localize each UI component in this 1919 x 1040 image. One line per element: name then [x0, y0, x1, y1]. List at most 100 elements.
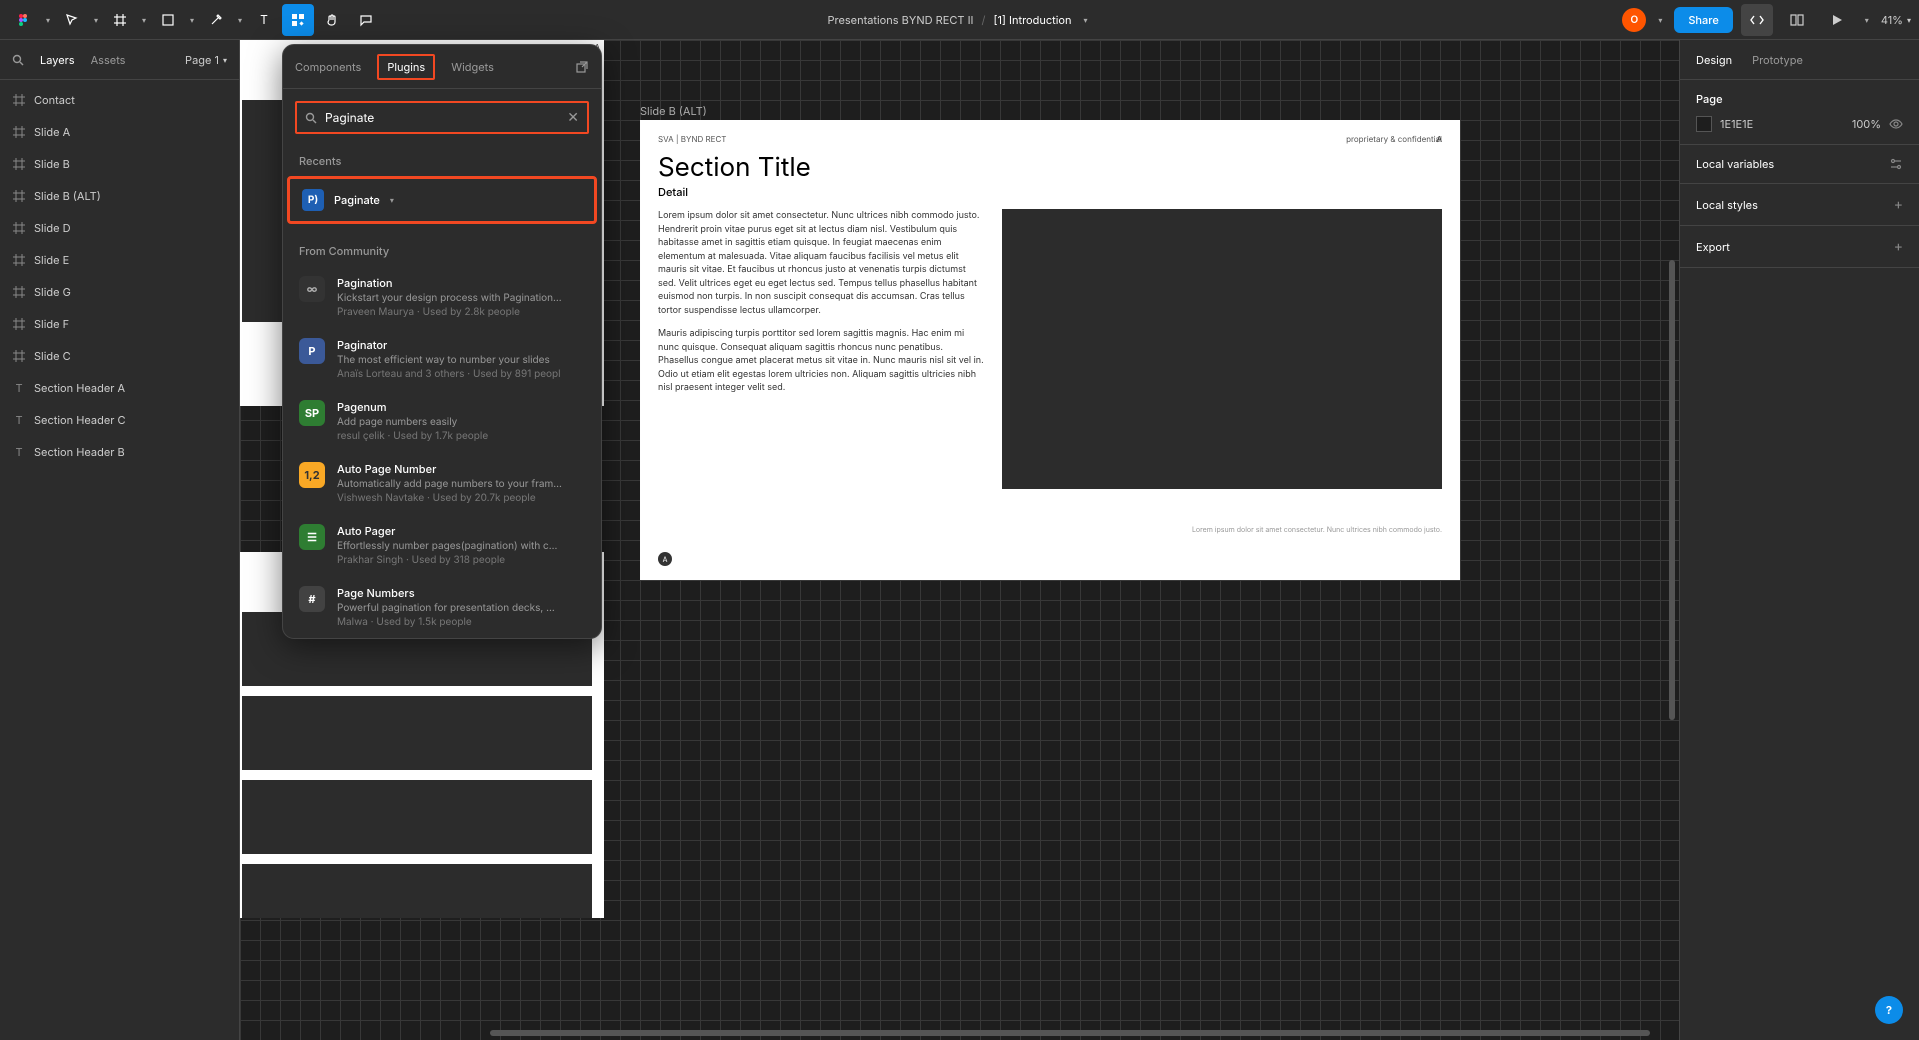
plugin-title: Paginator	[337, 338, 585, 352]
frame-tool-button[interactable]	[104, 4, 136, 36]
plugin-meta: Vishwesh Navtake · Used by 20.7k people	[337, 492, 585, 504]
resources-tool-button[interactable]	[282, 4, 314, 36]
layer-item[interactable]: Slide F	[0, 308, 239, 340]
share-button[interactable]: Share	[1674, 7, 1732, 33]
slide-fine-print: Lorem ipsum dolor sit amet consectetur. …	[1192, 525, 1442, 534]
layer-name: Section Header B	[34, 445, 125, 459]
comment-tool-button[interactable]	[350, 4, 382, 36]
recent-plugin-name: Paginate	[334, 193, 380, 207]
community-header: From Community	[283, 236, 601, 266]
community-plugin-item[interactable]: 1,2Auto Page NumberAutomatically add pag…	[283, 452, 601, 514]
tab-design[interactable]: Design	[1696, 53, 1732, 67]
plugin-title: Pagination	[337, 276, 585, 290]
clear-icon[interactable]: ✕	[567, 109, 579, 126]
layer-item[interactable]: Slide B (ALT)	[0, 180, 239, 212]
frame-label[interactable]: Slide B (ALT)	[640, 104, 707, 118]
plugin-title: Page Numbers	[337, 586, 585, 600]
layer-item[interactable]: T Section Header B	[0, 436, 239, 468]
plugin-icon: ☰	[299, 524, 325, 550]
layer-item[interactable]: TSection Header C	[0, 404, 239, 436]
slide-subtitle: Detail	[640, 183, 1460, 209]
layer-item[interactable]: Slide E	[0, 244, 239, 276]
layer-item[interactable]: Slide B	[0, 148, 239, 180]
chevron-down-icon[interactable]: ▾	[390, 195, 394, 205]
layer-item[interactable]: Slide A	[0, 116, 239, 148]
breadcrumb-project[interactable]: Presentations BYND RECT II	[827, 13, 973, 27]
recent-plugin-item[interactable]: P) Paginate ▾	[287, 176, 597, 224]
chevron-down-icon[interactable]: ▾	[186, 15, 198, 25]
present-button[interactable]	[1821, 4, 1853, 36]
search-icon[interactable]	[12, 54, 24, 66]
plugin-meta: Malwa · Used by 1.5k people	[337, 616, 585, 628]
hand-tool-button[interactable]	[316, 4, 348, 36]
eye-icon[interactable]	[1889, 117, 1903, 131]
horizontal-scrollbar[interactable]	[490, 1030, 1650, 1036]
plugin-icon: 1,2	[299, 462, 325, 488]
layer-name: Slide C	[34, 349, 71, 363]
svg-text:T: T	[15, 446, 22, 458]
figma-menu-button[interactable]	[8, 4, 40, 36]
plugin-search-input[interactable]: ✕	[295, 101, 589, 134]
plus-icon[interactable]: +	[1894, 196, 1903, 213]
plugin-description: Add page numbers easily	[337, 416, 585, 428]
tab-components[interactable]: Components	[295, 56, 361, 78]
plugin-icon: #	[299, 586, 325, 612]
tab-layers[interactable]: Layers	[40, 53, 75, 67]
chevron-down-icon[interactable]: ▾	[234, 15, 246, 25]
shape-tool-button[interactable]	[152, 4, 184, 36]
plugin-meta: Prakhar Singh · Used by 318 people	[337, 554, 585, 566]
plugin-title: Pagenum	[337, 400, 585, 414]
frame-icon	[12, 317, 26, 331]
slide-body-text: Lorem ipsum dolor sit amet consectetur. …	[658, 209, 984, 489]
popout-icon[interactable]	[575, 60, 589, 74]
chevron-down-icon[interactable]: ▾	[1654, 15, 1666, 25]
layer-item[interactable]: Slide D	[0, 212, 239, 244]
dev-mode-button[interactable]	[1741, 4, 1773, 36]
community-plugin-item[interactable]: PPaginatorThe most efficient way to numb…	[283, 328, 601, 390]
svg-text:T: T	[15, 414, 22, 426]
plugin-description: Effortlessly number pages(pagination) wi…	[337, 540, 585, 552]
vertical-scrollbar[interactable]	[1669, 260, 1675, 720]
frame-slide-b-alt[interactable]: SVA | BYND RECT proprietary & confidenti…	[640, 120, 1460, 580]
frame-icon	[12, 125, 26, 139]
zoom-display[interactable]: 41%▾	[1881, 13, 1911, 27]
page-color-hex[interactable]: 1E1E1E	[1720, 117, 1844, 131]
plugin-meta: Anaïs Lorteau and 3 others · Used by 891…	[337, 368, 585, 380]
layer-item[interactable]: Slide G	[0, 276, 239, 308]
community-plugin-item[interactable]: ☰Auto PagerEffortlessly number pages(pag…	[283, 514, 601, 576]
frame-icon	[12, 285, 26, 299]
move-tool-button[interactable]	[56, 4, 88, 36]
export-title: Export	[1696, 240, 1730, 254]
help-button[interactable]: ?	[1875, 996, 1903, 1024]
tab-widgets[interactable]: Widgets	[451, 56, 494, 78]
library-button[interactable]	[1781, 4, 1813, 36]
tab-assets[interactable]: Assets	[91, 53, 126, 67]
page-color-opacity[interactable]: 100%	[1852, 117, 1881, 131]
chevron-down-icon[interactable]: ▾	[90, 15, 102, 25]
chevron-down-icon[interactable]: ▾	[1861, 15, 1873, 25]
text-tool-button[interactable]: T	[248, 4, 280, 36]
layer-item[interactable]: Contact	[0, 84, 239, 116]
avatar[interactable]: O	[1622, 8, 1646, 32]
breadcrumb-file[interactable]: [1] Introduction	[993, 13, 1071, 27]
chevron-down-icon[interactable]: ▾	[1080, 15, 1092, 25]
community-plugin-item[interactable]: ∞PaginationKickstart your design process…	[283, 266, 601, 328]
search-field[interactable]	[325, 110, 559, 125]
layer-item[interactable]: TSection Header A	[0, 372, 239, 404]
plus-icon[interactable]: +	[1894, 238, 1903, 255]
community-plugin-item[interactable]: #Page NumbersPowerful pagination for pre…	[283, 576, 601, 638]
tab-prototype[interactable]: Prototype	[1752, 53, 1803, 67]
chevron-down-icon[interactable]: ▾	[42, 15, 54, 25]
chevron-down-icon[interactable]: ▾	[138, 15, 150, 25]
page-color-swatch[interactable]	[1696, 116, 1712, 132]
community-plugin-item[interactable]: SPPagenumAdd page numbers easilyresul çe…	[283, 390, 601, 452]
layer-item[interactable]: Slide C	[0, 340, 239, 372]
page-selector[interactable]: Page 1▾	[185, 53, 227, 67]
text-icon: T	[12, 445, 26, 459]
breadcrumb: Presentations BYND RECT II / [1] Introdu…	[827, 13, 1091, 27]
settings-icon[interactable]	[1889, 157, 1903, 171]
plugin-icon: ∞	[299, 276, 325, 302]
pen-tool-button[interactable]	[200, 4, 232, 36]
top-toolbar: ▾ ▾ ▾ ▾ ▾ T Presentations BYND RECT II /…	[0, 0, 1919, 40]
tab-plugins[interactable]: Plugins	[377, 54, 435, 80]
